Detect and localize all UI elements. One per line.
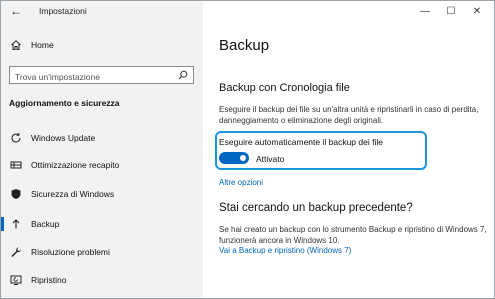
auto-backup-toggle[interactable] — [219, 152, 249, 164]
app-title: Impostazioni — [39, 6, 87, 16]
sidebar-item-recovery[interactable]: Ripristino — [1, 267, 203, 293]
sidebar-item-label: Ripristino — [31, 275, 67, 285]
sidebar-item-troubleshoot[interactable]: Risoluzione problemi — [1, 239, 203, 265]
search-input[interactable] — [10, 69, 170, 85]
back-arrow-icon[interactable]: ← — [10, 4, 22, 18]
more-options-link[interactable]: Altre opzioni — [219, 178, 263, 187]
section-description: Eseguire il backup dei file su un'altra … — [219, 105, 479, 125]
sidebar-item-label: Ottimizzazione recapito — [31, 160, 120, 170]
search-icon[interactable] — [178, 70, 188, 80]
sidebar-item-label: Backup — [31, 219, 60, 229]
window-controls: — ☐ ✕ — [412, 3, 490, 19]
delivery-optimization-icon — [10, 159, 22, 171]
sidebar-item-windows-update[interactable]: Windows Update — [1, 125, 203, 151]
toggle-state-text: Attivato — [256, 154, 285, 164]
sidebar-item-label: Windows Update — [31, 133, 96, 143]
section-title: Backup con Cronologia file — [219, 82, 350, 94]
sidebar-item-windows-security[interactable]: Sicurezza di Windows — [1, 181, 203, 207]
older-backup-title: Stai cercando un backup precedente? — [219, 202, 413, 214]
sidebar-item-label: Risoluzione problemi — [31, 247, 110, 257]
minimize-button[interactable]: — — [412, 3, 438, 19]
recovery-icon — [10, 274, 22, 286]
toggle-knob — [240, 155, 246, 161]
sidebar: ← Impostazioni Home Aggiornamento e sicu… — [1, 1, 203, 298]
wrench-icon — [10, 246, 22, 258]
refresh-icon — [10, 132, 22, 144]
older-backup-description: Se hai creato un backup con lo strumento… — [219, 225, 487, 245]
settings-window: ← Impostazioni Home Aggiornamento e sicu… — [0, 0, 495, 299]
main-content: — ☐ ✕ Backup Backup con Cronologia file … — [203, 1, 494, 298]
close-button[interactable]: ✕ — [464, 3, 490, 19]
toggle-label: Eseguire automaticamente il backup dei f… — [219, 137, 383, 147]
section-heading: Aggiornamento e sicurezza — [9, 98, 120, 108]
shield-icon — [10, 188, 22, 200]
backup-restore-link[interactable]: Vai a Backup e ripristino (Windows 7) — [219, 246, 351, 255]
home-icon — [10, 39, 22, 51]
sidebar-item-home[interactable]: Home — [10, 39, 54, 51]
sidebar-item-backup[interactable]: Backup — [1, 211, 203, 237]
search-box — [9, 66, 194, 85]
maximize-button[interactable]: ☐ — [438, 3, 464, 19]
backup-arrow-icon — [10, 218, 22, 230]
sidebar-item-delivery-optimization[interactable]: Ottimizzazione recapito — [1, 152, 203, 178]
page-title: Backup — [219, 37, 270, 54]
sidebar-item-label: Home — [31, 40, 54, 50]
title-bar: ← Impostazioni — [1, 1, 203, 21]
sidebar-item-label: Sicurezza di Windows — [31, 189, 115, 199]
